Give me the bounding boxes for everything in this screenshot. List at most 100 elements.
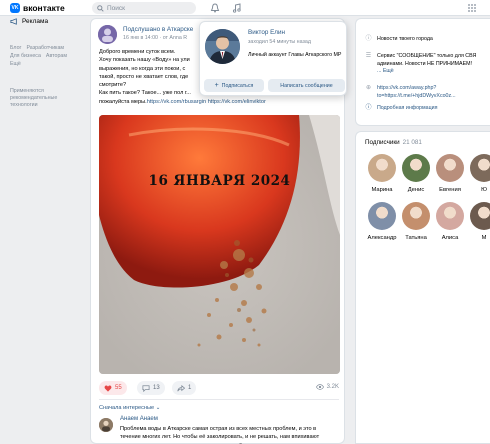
profile-description: Личный аккаунт Главы Аткарского МР [248, 52, 342, 58]
music-icon[interactable] [232, 3, 242, 13]
photo-caption: 16 ЯНВАРЯ 2024 [148, 173, 291, 189]
search-input[interactable]: Поиск [92, 2, 196, 14]
more-info-label: Подробная информация [377, 105, 438, 111]
footer-link-business[interactable]: Для бизнеса [10, 53, 41, 59]
sidebar-footer-links: Блог Разработчикам Для бизнеса Авторам Ещё [10, 44, 90, 68]
footer-link-developers[interactable]: Разработчикам [26, 45, 64, 51]
subscriber-name: Татьяна [405, 235, 427, 241]
subscriber-avatar [402, 202, 430, 230]
tech-note-line: технологии [10, 102, 38, 108]
sort-label: Сначала интересные [99, 405, 155, 411]
subscriber-name: Евгения [439, 187, 461, 193]
post-actions: 55 13 1 3.2K [99, 381, 341, 395]
search-icon [97, 4, 104, 12]
heart-icon [104, 385, 112, 392]
community-avatar[interactable] [98, 25, 117, 44]
subscriber-avatar [368, 154, 396, 182]
subscriber-name: М [481, 235, 487, 241]
subscriber-item[interactable]: Алиса [433, 202, 467, 241]
share-count: 1 [188, 385, 192, 391]
footer-link-blog[interactable]: Блог [10, 45, 21, 51]
comment-icon [142, 384, 150, 392]
comments-sort-dropdown[interactable]: Сначала интересные ⌄ [99, 405, 160, 411]
post-meta: 16 янв в 14:00 · от Anna R [123, 35, 188, 41]
message-label: Написать сообщение [280, 82, 333, 89]
subscriber-name: Александр [367, 235, 397, 241]
post-photo[interactable]: 16 ЯНВАРЯ 2024 [99, 115, 340, 374]
tech-note-line: Применяются [10, 88, 44, 94]
info-status: ⓘ Новости твоего города [365, 36, 433, 44]
post-author[interactable]: Подслушано в Аткарске [123, 26, 193, 33]
subscriber-avatar [436, 202, 464, 230]
subscriber-avatar [436, 154, 464, 182]
sidebar-item-label: Реклама [22, 18, 49, 25]
more-info-link[interactable]: ⓘ Подробная информация [365, 105, 437, 113]
subscriber-item[interactable]: Марина [365, 154, 399, 193]
footer-link-authors[interactable]: Авторам [46, 53, 67, 59]
share-icon [177, 384, 185, 391]
subscribers-block: Подписчики 21 081 Марина Денис Евгения Ю Алек… [355, 131, 490, 444]
top-bar: VK вконтакте Поиск [0, 0, 490, 16]
left-sidebar: Реклама Блог Разработчикам Для бизнеса Авт… [10, 16, 90, 109]
like-button[interactable]: 55 [99, 381, 127, 395]
comment-button[interactable]: 13 [137, 381, 165, 395]
subscribers-title: Подписчики [365, 139, 400, 146]
post-link-rbusargin[interactable]: https://vk.com/rbusargin [147, 99, 206, 105]
commenter-avatar[interactable] [99, 418, 113, 432]
status-text: Новости твоего города [377, 36, 433, 42]
subscribers-header[interactable]: Подписчики 21 081 [365, 139, 422, 146]
views-count: 3.2K [326, 384, 339, 390]
post-link-elinviktor[interactable]: https://vk.com/elinviktor [208, 99, 266, 105]
show-more-link[interactable]: ... Ещё [377, 68, 476, 76]
subscriber-name: Марина [371, 187, 393, 193]
tech-note-line: рекомендательные [10, 95, 58, 101]
comment-count: 13 [153, 385, 160, 391]
views-counter: 3.2K [315, 384, 339, 390]
apps-grid-icon[interactable] [467, 3, 477, 13]
write-message-button[interactable]: Написать сообщение [268, 79, 345, 92]
link-line: https://vk.com/away.php? [377, 85, 437, 91]
subscriber-avatar [470, 154, 490, 182]
subscriber-item[interactable]: Евгения [433, 154, 467, 193]
profile-name[interactable]: Виктор Елин [248, 29, 285, 36]
recommendation-tech-note[interactable]: Применяются рекомендательные технологии [10, 88, 90, 109]
notice-line: админами. Новости НЕ ПРИНИМАЕМ! [377, 60, 472, 67]
info-link[interactable]: ⊕ https://vk.com/away.php? to=https://t.… [365, 85, 456, 100]
like-count: 55 [115, 385, 122, 391]
subscribe-button[interactable]: + Подписаться [204, 79, 264, 92]
info-icon: ⓘ [365, 36, 372, 42]
subscriber-item[interactable]: Александр [365, 202, 399, 241]
comments-divider [99, 399, 339, 400]
subscriber-avatar [470, 202, 490, 230]
share-button[interactable]: 1 [172, 381, 197, 395]
subscriber-item[interactable]: Ю [467, 154, 490, 193]
subscribers-count: 21 081 [402, 139, 422, 146]
subscribe-label: Подписаться [221, 82, 254, 89]
document-icon: ☰ [365, 53, 372, 59]
eye-icon [315, 384, 324, 390]
sidebar-item-ads[interactable]: Реклама [10, 16, 90, 27]
subscriber-item[interactable]: Татьяна [399, 202, 433, 241]
subscriber-name: Алиса [441, 235, 459, 241]
subscriber-name: Денис [407, 187, 425, 193]
logo-text: вконтакте [23, 3, 65, 13]
footer-link-more[interactable]: Ещё [10, 61, 21, 67]
subscriber-avatar [402, 154, 430, 182]
chevron-down-icon: ⌄ [155, 405, 161, 411]
vk-logo[interactable]: VK вконтакте [10, 3, 65, 13]
vk-logo-icon: VK [10, 3, 20, 13]
commenter-name[interactable]: Анаем Анаем [120, 416, 158, 422]
subscriber-item[interactable]: Денис [399, 154, 433, 193]
link-line: to=https://t.me/+hjdDWyvXco0z... [377, 92, 456, 99]
profile-avatar[interactable] [205, 29, 240, 64]
subscriber-avatar [368, 202, 396, 230]
info-notice: ☰ Сервис "СООБЩЕНИЕ" только для СВЯ адми… [365, 53, 477, 76]
subscriber-item[interactable]: М [467, 202, 490, 241]
info-circle-icon: ⓘ [365, 105, 372, 111]
subscriber-name: Ю [481, 187, 487, 193]
megaphone-icon [10, 18, 17, 25]
globe-icon: ⊕ [365, 85, 372, 91]
notice-line: Сервис "СООБЩЕНИЕ" только для СВЯ [377, 53, 477, 59]
bell-icon[interactable] [210, 3, 220, 13]
post-text-line: пожалуйста меры. [99, 98, 147, 105]
